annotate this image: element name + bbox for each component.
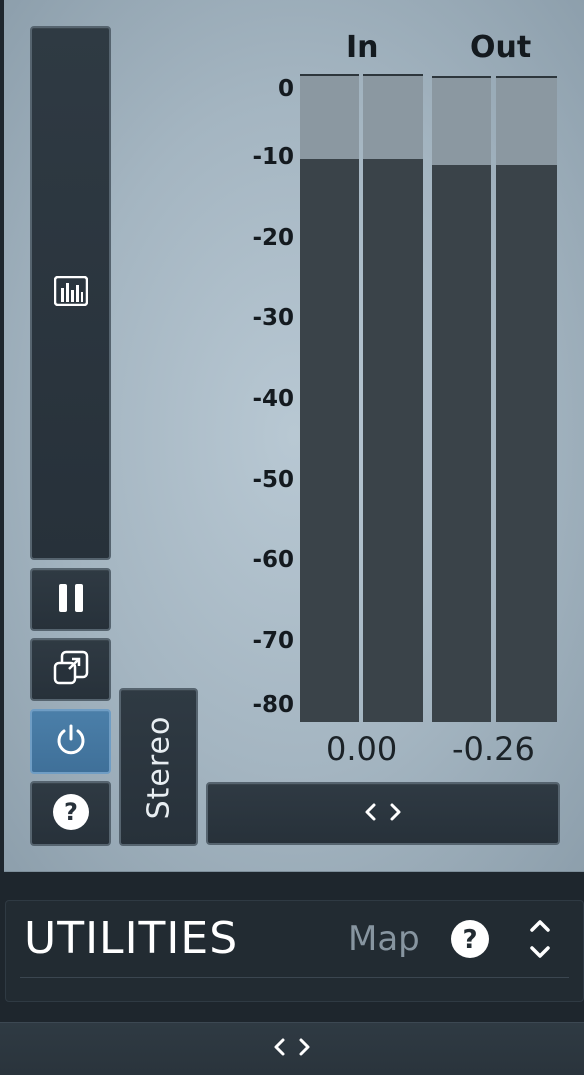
out-left-meter bbox=[432, 76, 491, 722]
in-label: In bbox=[346, 30, 379, 65]
up-down-chevron-icon[interactable] bbox=[528, 917, 552, 965]
scale-tick: -40 bbox=[252, 386, 294, 412]
help-button[interactable]: ? bbox=[30, 781, 111, 846]
expand-meter-button[interactable] bbox=[206, 782, 560, 845]
utilities-title: UTILITIES bbox=[24, 913, 239, 964]
scale-tick: -70 bbox=[252, 628, 294, 654]
meter-panel: ? Stereo In Out 0 -10 -20 -30 -40 -50 -6… bbox=[4, 0, 584, 872]
out-readout[interactable]: -0.26 bbox=[452, 730, 535, 768]
map-button[interactable]: Map bbox=[348, 919, 420, 959]
stereo-mode-button[interactable]: Stereo bbox=[119, 688, 198, 846]
svg-text:?: ? bbox=[64, 798, 78, 826]
scale-tick: -80 bbox=[252, 692, 294, 718]
meter-headroom bbox=[432, 76, 491, 165]
in-left-meter bbox=[300, 74, 359, 722]
scale-tick: -20 bbox=[252, 225, 294, 251]
meter-headroom bbox=[300, 74, 359, 159]
question-icon: ? bbox=[52, 793, 90, 835]
utilities-section: UTILITIES Map ? bbox=[5, 900, 584, 1002]
scale-tick: -30 bbox=[252, 305, 294, 331]
bar-chart-icon bbox=[53, 275, 88, 310]
scale-tick: -50 bbox=[252, 467, 294, 493]
power-button[interactable] bbox=[30, 709, 111, 774]
external-window-icon bbox=[53, 650, 89, 690]
horizontal-expand-icon bbox=[362, 802, 404, 826]
divider bbox=[20, 977, 569, 978]
scale-tick: -10 bbox=[252, 144, 294, 170]
svg-text:?: ? bbox=[462, 925, 477, 955]
pause-icon bbox=[57, 583, 85, 617]
meter-cap bbox=[432, 76, 491, 78]
meter-cap bbox=[363, 74, 423, 76]
meter-headroom bbox=[496, 76, 557, 165]
detach-window-button[interactable] bbox=[30, 638, 111, 701]
meter-cap bbox=[496, 76, 557, 78]
out-label: Out bbox=[470, 30, 532, 65]
footer-expand-button[interactable] bbox=[0, 1022, 584, 1075]
meter-cap bbox=[300, 74, 359, 76]
scale-tick: 0 bbox=[277, 76, 294, 102]
scale-tick: -60 bbox=[252, 547, 294, 573]
out-right-meter bbox=[496, 76, 557, 722]
in-right-meter bbox=[363, 74, 423, 722]
pause-button[interactable] bbox=[30, 568, 111, 631]
question-icon[interactable]: ? bbox=[450, 919, 490, 963]
in-readout[interactable]: 0.00 bbox=[326, 730, 397, 768]
horizontal-expand-icon bbox=[271, 1037, 313, 1061]
stereo-mode-label: Stereo bbox=[141, 715, 176, 819]
power-icon bbox=[54, 723, 88, 761]
meter-headroom bbox=[363, 74, 423, 159]
meter-view-button[interactable] bbox=[30, 26, 111, 560]
